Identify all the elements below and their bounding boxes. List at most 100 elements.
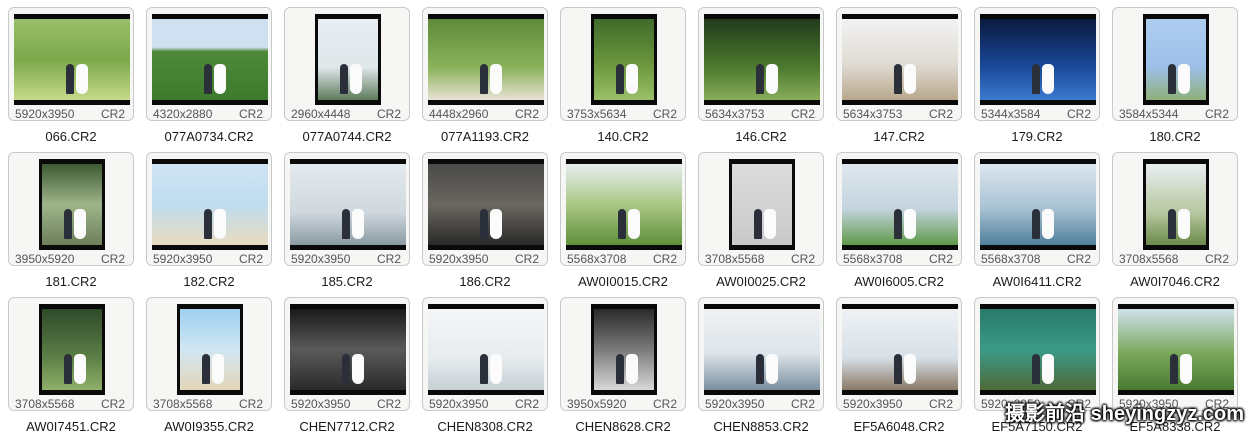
photo-thumbnail[interactable] — [315, 14, 381, 105]
photo-thumbnail[interactable] — [39, 304, 105, 395]
file-thumbnail-item[interactable]: 3584x5344 CR2 180.CR2 — [1112, 7, 1242, 152]
file-thumbnail-item[interactable]: 3708x5568 CR2 AW0I9355.CR2 — [146, 297, 276, 436]
thumbnail-card[interactable]: 3950x5920 CR2 — [560, 297, 686, 411]
photo-thumbnail[interactable] — [980, 304, 1096, 395]
thumbnail-card[interactable]: 3708x5568 CR2 — [146, 297, 272, 411]
thumbnail-card[interactable]: 3584x5344 CR2 — [1112, 7, 1238, 121]
file-name-label[interactable]: 146.CR2 — [698, 129, 824, 144]
photo-thumbnail[interactable] — [729, 159, 795, 250]
file-name-label[interactable]: AW0I0015.CR2 — [560, 274, 686, 289]
file-name-label[interactable]: EF5A6048.CR2 — [836, 419, 962, 434]
photo-thumbnail[interactable] — [842, 304, 958, 395]
thumbnail-card[interactable]: 5920x3950 CR2 — [698, 297, 824, 411]
file-thumbnail-item[interactable]: 2960x4448 CR2 077A0744.CR2 — [284, 7, 414, 152]
file-thumbnail-item[interactable]: 3753x5634 CR2 140.CR2 — [560, 7, 690, 152]
thumbnail-card[interactable]: 5920x3950 CR2 — [284, 152, 410, 266]
photo-thumbnail[interactable] — [39, 159, 105, 250]
file-name-label[interactable]: 182.CR2 — [146, 274, 272, 289]
file-name-label[interactable]: 066.CR2 — [8, 129, 134, 144]
photo-thumbnail[interactable] — [566, 159, 682, 250]
photo-thumbnail[interactable] — [842, 159, 958, 250]
file-name-label[interactable]: 181.CR2 — [8, 274, 134, 289]
photo-thumbnail[interactable] — [704, 14, 820, 105]
file-thumbnail-item[interactable]: 5920x3950 CR2 EF5A6048.CR2 — [836, 297, 966, 436]
file-name-label[interactable]: 179.CR2 — [974, 129, 1100, 144]
thumbnail-card[interactable]: 3753x5634 CR2 — [560, 7, 686, 121]
thumbnail-card[interactable]: 3708x5568 CR2 — [1112, 152, 1238, 266]
thumbnail-card[interactable]: 3950x5920 CR2 — [8, 152, 134, 266]
thumbnail-card[interactable]: 3708x5568 CR2 — [698, 152, 824, 266]
thumbnail-card[interactable]: 5920x3950 CR2 — [422, 152, 548, 266]
file-thumbnail-item[interactable]: 3950x5920 CR2 CHEN8628.CR2 — [560, 297, 690, 436]
file-name-label[interactable]: CHEN8308.CR2 — [422, 419, 548, 434]
file-name-label[interactable]: AW0I6005.CR2 — [836, 274, 962, 289]
photo-thumbnail[interactable] — [842, 14, 958, 105]
thumbnail-card[interactable]: 5920x3950 CR2 — [1112, 297, 1238, 411]
file-name-label[interactable]: 186.CR2 — [422, 274, 548, 289]
thumbnail-card[interactable]: 5920x3950 CR2 — [974, 297, 1100, 411]
thumbnail-card[interactable]: 2960x4448 CR2 — [284, 7, 410, 121]
file-name-label[interactable]: 077A0744.CR2 — [284, 129, 410, 144]
photo-thumbnail[interactable] — [591, 14, 657, 105]
file-thumbnail-item[interactable]: 5568x3708 CR2 AW0I6005.CR2 — [836, 152, 966, 297]
file-name-label[interactable]: CHEN8853.CR2 — [698, 419, 824, 434]
photo-thumbnail[interactable] — [14, 14, 130, 105]
photo-thumbnail[interactable] — [428, 159, 544, 250]
file-name-label[interactable]: 185.CR2 — [284, 274, 410, 289]
thumbnail-card[interactable]: 5344x3584 CR2 — [974, 7, 1100, 121]
file-thumbnail-item[interactable]: 4448x2960 CR2 077A1193.CR2 — [422, 7, 552, 152]
file-thumbnail-item[interactable]: 3708x5568 CR2 AW0I7046.CR2 — [1112, 152, 1242, 297]
file-thumbnail-item[interactable]: 5920x3950 CR2 066.CR2 — [8, 7, 138, 152]
file-thumbnail-item[interactable]: 4320x2880 CR2 077A0734.CR2 — [146, 7, 276, 152]
thumbnail-card[interactable]: 5634x3753 CR2 — [836, 7, 962, 121]
file-name-label[interactable]: AW0I9355.CR2 — [146, 419, 272, 434]
thumbnail-card[interactable]: 5568x3708 CR2 — [560, 152, 686, 266]
file-name-label[interactable]: 180.CR2 — [1112, 129, 1238, 144]
photo-thumbnail[interactable] — [290, 159, 406, 250]
photo-thumbnail[interactable] — [152, 159, 268, 250]
photo-thumbnail[interactable] — [980, 159, 1096, 250]
photo-thumbnail[interactable] — [1143, 159, 1209, 250]
file-name-label[interactable]: CHEN7712.CR2 — [284, 419, 410, 434]
file-thumbnail-item[interactable]: 5920x3950 CR2 CHEN7712.CR2 — [284, 297, 414, 436]
thumbnail-card[interactable]: 4320x2880 CR2 — [146, 7, 272, 121]
file-name-label[interactable]: AW0I6411.CR2 — [974, 274, 1100, 289]
file-thumbnail-item[interactable]: 5344x3584 CR2 179.CR2 — [974, 7, 1104, 152]
photo-thumbnail[interactable] — [704, 304, 820, 395]
thumbnail-card[interactable]: 5920x3950 CR2 — [422, 297, 548, 411]
file-thumbnail-item[interactable]: 5920x3950 CR2 185.CR2 — [284, 152, 414, 297]
file-name-label[interactable]: AW0I7046.CR2 — [1112, 274, 1238, 289]
thumbnail-card[interactable]: 5920x3950 CR2 — [836, 297, 962, 411]
file-name-label[interactable]: 147.CR2 — [836, 129, 962, 144]
file-thumbnail-item[interactable]: 5920x3950 CR2 CHEN8853.CR2 — [698, 297, 828, 436]
file-thumbnail-item[interactable]: 3708x5568 CR2 AW0I0025.CR2 — [698, 152, 828, 297]
file-thumbnail-item[interactable]: 5634x3753 CR2 146.CR2 — [698, 7, 828, 152]
file-name-label[interactable]: CHEN8628.CR2 — [560, 419, 686, 434]
photo-thumbnail[interactable] — [290, 304, 406, 395]
thumbnail-card[interactable]: 3708x5568 CR2 — [8, 297, 134, 411]
file-thumbnail-item[interactable]: 3708x5568 CR2 AW0I7451.CR2 — [8, 297, 138, 436]
thumbnail-card[interactable]: 5920x3950 CR2 — [146, 152, 272, 266]
photo-thumbnail[interactable] — [177, 304, 243, 395]
file-name-label[interactable]: AW0I7451.CR2 — [8, 419, 134, 434]
file-thumbnail-item[interactable]: 5920x3950 CR2 182.CR2 — [146, 152, 276, 297]
file-thumbnail-item[interactable]: 3950x5920 CR2 181.CR2 — [8, 152, 138, 297]
file-thumbnail-item[interactable]: 5568x3708 CR2 AW0I6411.CR2 — [974, 152, 1104, 297]
file-name-label[interactable]: 077A1193.CR2 — [422, 129, 548, 144]
photo-thumbnail[interactable] — [428, 14, 544, 105]
thumbnail-card[interactable]: 5920x3950 CR2 — [284, 297, 410, 411]
file-thumbnail-item[interactable]: 5568x3708 CR2 AW0I0015.CR2 — [560, 152, 690, 297]
thumbnail-card[interactable]: 5634x3753 CR2 — [698, 7, 824, 121]
photo-thumbnail[interactable] — [591, 304, 657, 395]
thumbnail-card[interactable]: 4448x2960 CR2 — [422, 7, 548, 121]
file-name-label[interactable]: 140.CR2 — [560, 129, 686, 144]
thumbnail-card[interactable]: 5568x3708 CR2 — [836, 152, 962, 266]
photo-thumbnail[interactable] — [1143, 14, 1209, 105]
file-thumbnail-item[interactable]: 5920x3950 CR2 186.CR2 — [422, 152, 552, 297]
file-name-label[interactable]: 077A0734.CR2 — [146, 129, 272, 144]
file-thumbnail-item[interactable]: 5920x3950 CR2 CHEN8308.CR2 — [422, 297, 552, 436]
photo-thumbnail[interactable] — [428, 304, 544, 395]
file-name-label[interactable]: AW0I0025.CR2 — [698, 274, 824, 289]
photo-thumbnail[interactable] — [1118, 304, 1234, 395]
photo-thumbnail[interactable] — [152, 14, 268, 105]
